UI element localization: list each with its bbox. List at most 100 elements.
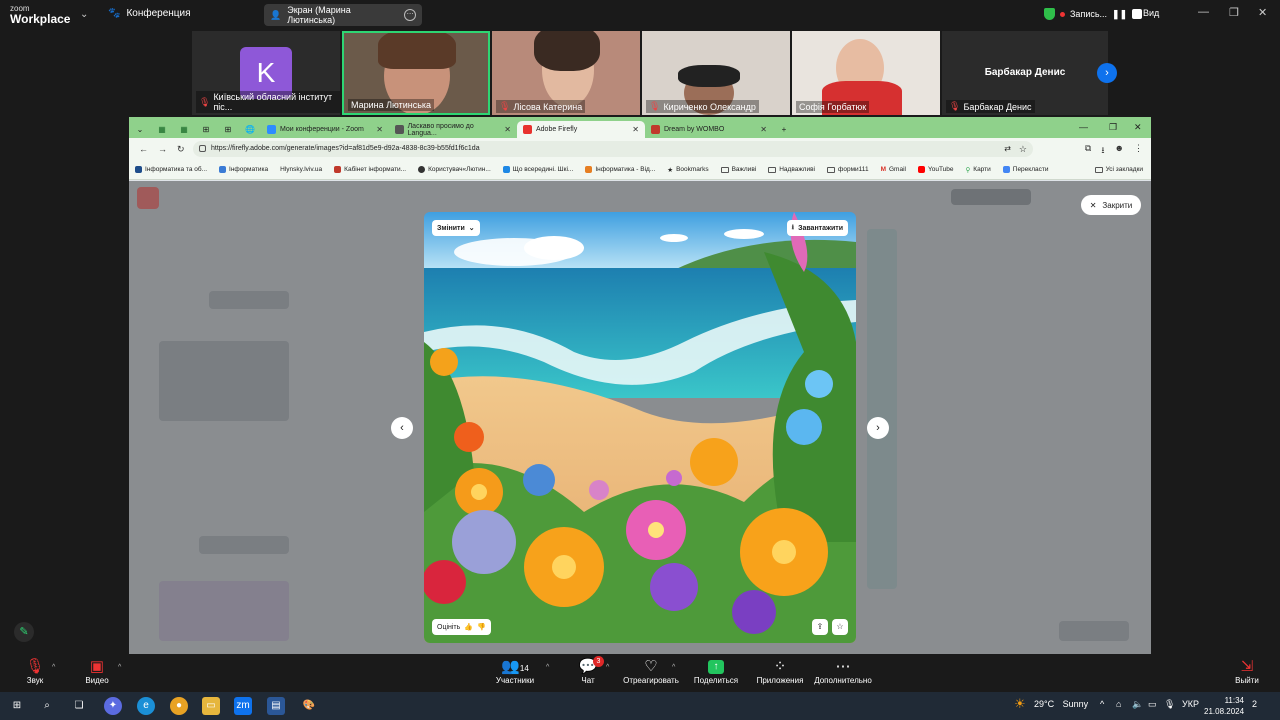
pause-icon[interactable]: ❚❚ (1112, 9, 1127, 20)
close-window-icon[interactable]: ✕ (1134, 122, 1142, 133)
language-indicator[interactable]: УКР (1182, 699, 1199, 709)
screen-share-pill[interactable]: 👤 Экран (Марина Лютинська) ⋯ (264, 4, 422, 26)
back-icon[interactable]: ← (139, 144, 148, 154)
close-tab-icon[interactable]: ✕ (760, 125, 767, 134)
previous-image-button[interactable]: ‹ (391, 417, 413, 439)
word-icon[interactable]: ▤ (267, 697, 285, 715)
task-view-icon[interactable]: ❏ (70, 697, 88, 715)
clock[interactable]: 11:34 21.08.2024 (1204, 695, 1244, 717)
restore-icon[interactable]: ❐ (1109, 122, 1117, 133)
bookmark-item[interactable]: M Gmail (881, 166, 906, 173)
zoom-app-icon[interactable]: zm (234, 697, 252, 715)
paint-icon[interactable]: 🎨 (300, 697, 318, 715)
forward-icon[interactable]: → (158, 144, 167, 154)
chevron-up-icon[interactable]: ^ (546, 664, 549, 671)
thumbs-down-icon[interactable]: 👎 (477, 623, 486, 631)
bookmark-item[interactable]: YouTube (917, 166, 954, 173)
participant-tile[interactable]: K 🎙 Київський обласний інститут піс... (192, 31, 340, 115)
more-icon[interactable]: ⋯ (404, 9, 416, 21)
close-tab-icon[interactable]: ✕ (376, 125, 383, 134)
tab-adobe-firefly[interactable]: Adobe Firefly ✕ (517, 121, 645, 138)
chevron-up-icon[interactable]: ^ (118, 664, 121, 671)
tab-langua[interactable]: Ласкаво просимо до Langua... ✕ (389, 121, 517, 138)
bookmark-item[interactable]: Користувач«Лютин... (418, 166, 491, 173)
next-image-button[interactable]: › (867, 417, 889, 439)
download-icon[interactable]: ⭳ (1101, 143, 1104, 159)
tab-search-icon[interactable]: ⌄ (129, 121, 151, 138)
bookmark-item[interactable]: Hlynsky.lviv.ua (280, 166, 322, 173)
bookmark-folder[interactable]: форми111 (827, 166, 869, 173)
tab-globe-icon[interactable]: 🌐 (239, 121, 261, 138)
close-window-icon[interactable]: ✕ (1258, 6, 1267, 19)
reload-icon[interactable]: ↻ (177, 144, 185, 155)
weather-widget[interactable]: 29°C Sunny (1034, 699, 1088, 709)
profile-icon[interactable]: ☻ (1115, 143, 1124, 159)
favorite-star-icon[interactable]: ☆ (832, 619, 848, 635)
close-tab-icon[interactable]: ✕ (632, 125, 639, 134)
new-tab-button[interactable]: + (773, 121, 795, 138)
chevron-up-icon[interactable]: ^ (672, 664, 675, 671)
participant-tile-active[interactable]: Марина Лютинська (342, 31, 490, 115)
apps-button[interactable]: ⁘ Приложения (752, 658, 808, 685)
chat-button[interactable]: 💬 3 Чат (576, 656, 604, 685)
participant-tile[interactable]: Барбакар Денис 🎙 Барбакар Денис (942, 31, 1108, 115)
recording-indicator[interactable]: Запись... ❚❚ (1044, 8, 1143, 20)
chrome-icon[interactable]: ● (170, 697, 188, 715)
extensions-icon[interactable]: ⧉ (1085, 143, 1091, 159)
search-icon[interactable]: ⌕ (38, 697, 56, 715)
view-button[interactable]: Вид (1143, 8, 1159, 18)
bookmark-item[interactable]: Кабінет інформати... (334, 166, 406, 173)
url-input[interactable]: https://firefly.adobe.com/generate/image… (193, 141, 1033, 157)
monitor-icon[interactable]: ▭ (1148, 699, 1157, 710)
bookmark-item[interactable]: Інформатика - Від... (585, 166, 655, 173)
edge-icon[interactable]: e (137, 697, 155, 715)
annotate-pen-icon[interactable]: ✎ (14, 622, 34, 642)
file-explorer-icon[interactable]: ▭ (202, 697, 220, 715)
chevron-up-icon[interactable]: ^ (606, 664, 609, 671)
participant-tile[interactable]: Софія Горбатюк (792, 31, 940, 115)
copilot-icon[interactable]: ✦ (104, 697, 122, 715)
minimize-icon[interactable]: — (1079, 122, 1088, 132)
bookmark-folder[interactable]: Важливі (720, 166, 756, 173)
bookmark-folder[interactable]: Надважливі (768, 166, 815, 173)
video-button[interactable]: ▣ Видео (82, 658, 112, 685)
download-button[interactable]: ⭳ Завантажити (786, 220, 848, 236)
thumbs-up-icon[interactable]: 👍 (464, 623, 473, 631)
minimize-icon[interactable]: — (1198, 6, 1209, 18)
share-icon[interactable]: ⇪ (812, 619, 828, 635)
generated-image[interactable]: Змінити ⌄ ⭳ Завантажити Оцініть 👍 👎 ⇪ ☆ (424, 212, 856, 643)
tab-group-icon[interactable]: ▦ (151, 121, 173, 138)
audio-button[interactable]: 🎙 Звук (22, 658, 48, 685)
react-button[interactable]: ♡ Отреагировать (620, 658, 682, 685)
tab-grid-icon[interactable]: ⊞ (217, 121, 239, 138)
volume-icon[interactable]: 🔈 (1132, 699, 1143, 710)
bookmark-item[interactable]: Інформатика та об... (135, 166, 207, 173)
stop-icon[interactable] (1132, 9, 1143, 19)
bookmark-item[interactable]: ⚲ Карти (966, 166, 991, 174)
tab-grid-icon[interactable]: ⊞ (195, 121, 217, 138)
leave-button[interactable]: ⇲ Выйти (1232, 658, 1262, 685)
translate-icon[interactable]: ⇄ (1004, 141, 1011, 157)
weather-icon[interactable]: ☀ (1014, 696, 1026, 712)
restore-icon[interactable]: ❐ (1229, 6, 1239, 19)
bookmark-item[interactable]: Перекласти (1002, 166, 1048, 173)
participants-button[interactable]: 👥14 Участники (492, 658, 538, 685)
star-icon[interactable]: ☆ (1019, 141, 1027, 157)
participant-tile[interactable]: 🎙 Лісова Катерина (492, 31, 640, 115)
meeting-info-button[interactable]: 🐾 Конференция (108, 8, 191, 19)
chevron-down-icon[interactable]: ⌄ (80, 9, 88, 20)
menu-icon[interactable]: ⋮ (1134, 143, 1143, 159)
share-screen-button[interactable]: ↑ Поделиться (692, 658, 740, 685)
microphone-icon[interactable]: 🎙 (1164, 699, 1175, 710)
participant-tile[interactable]: 🎙 Кириченко Олександр (642, 31, 790, 115)
close-button[interactable]: ✕ Закрити (1081, 195, 1141, 215)
bookmark-item[interactable]: Що всередині. Шкі... (502, 166, 573, 173)
more-button[interactable]: ⋯ Дополнительно (812, 658, 874, 685)
site-info-icon[interactable] (199, 145, 206, 152)
notifications-icon[interactable]: 2 (1252, 699, 1257, 709)
close-tab-icon[interactable]: ✕ (504, 125, 511, 134)
next-participants-button[interactable]: › (1097, 63, 1117, 83)
windows-start-icon[interactable]: ⊞ (8, 697, 26, 715)
edit-dropdown-button[interactable]: Змінити ⌄ (432, 220, 480, 236)
tab-wombo[interactable]: Dream by WOMBO ✕ (645, 121, 773, 138)
